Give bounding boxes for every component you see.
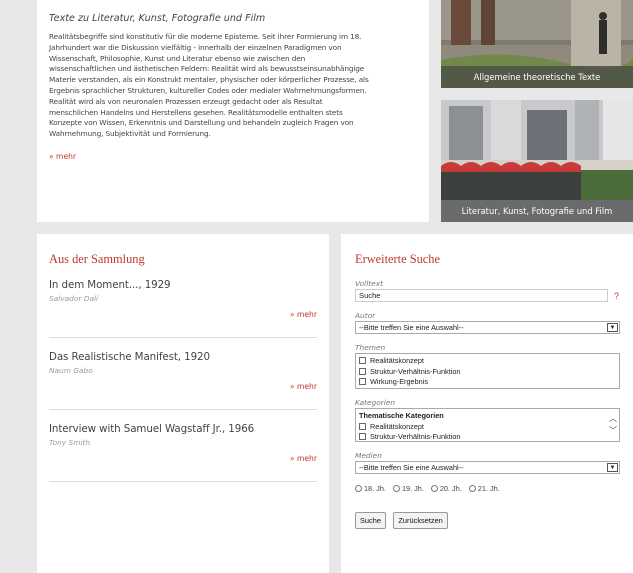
intro-text: Realitätsbegriffe sind konstitutiv für d… (49, 32, 417, 140)
kategorien-list[interactable]: Thematische Kategorien Realitätskonzept … (355, 408, 620, 442)
intro-mehr-link[interactable]: » mehr (49, 152, 76, 161)
collection-mehr-link[interactable]: » mehr (290, 454, 317, 463)
medien-selected: --Bitte treffen Sie eine Auswahl-- (359, 463, 464, 472)
intro-line: Realitätsbegriffe sind konstitutiv für d… (49, 32, 362, 41)
radio-label: 19. Jh. (401, 484, 424, 493)
radio-18-jh[interactable]: 18. Jh. (355, 484, 386, 493)
chevron-up-icon[interactable]: ︿ (609, 414, 617, 423)
themen-list[interactable]: Realitätskonzept Struktur-Verhältnis-Fun… (355, 353, 620, 389)
help-icon[interactable]: ? (614, 291, 619, 301)
autor-group: Autor --Bitte treffen Sie eine Auswahl--… (355, 311, 620, 334)
radio-label: 21. Jh. (477, 484, 500, 493)
thumb-theoretische-texte[interactable]: Allgemeine theoretische Texte (441, 0, 633, 88)
collection-item-author: Naum Gabo (49, 366, 93, 375)
collection-item-title[interactable]: In dem Moment..., 1929 (49, 279, 317, 291)
thumb-caption: Allgemeine theoretische Texte (441, 66, 633, 88)
thumb-caption: Literatur, Kunst, Fotografie und Film (441, 200, 633, 222)
checkbox[interactable] (359, 378, 366, 385)
kategorien-group-header: Thematische Kategorien (359, 411, 444, 420)
sammlung-title: Aus der Sammlung (49, 252, 145, 266)
intro-line: Realität wird als von neuronalen Prozess… (49, 96, 323, 106)
intro-line: wissenschaftlichen und ästhetischen Feld… (49, 64, 365, 74)
intro-line: menschlichen Handelns und Herstellens ge… (49, 107, 343, 117)
sammlung-panel: Aus der Sammlung In dem Moment..., 1929 … (37, 234, 329, 573)
medien-group: Medien --Bitte treffen Sie eine Auswahl-… (355, 451, 620, 474)
intro-line: Jahrhundert war die Diskussion vielfälti… (49, 42, 342, 52)
radio-21-jh[interactable]: 21. Jh. (468, 484, 500, 493)
kategorien-option[interactable]: Struktur-Verhältnis-Funktion (359, 432, 616, 441)
volltext-input[interactable]: Suche (355, 289, 608, 302)
radio-circle-icon[interactable] (392, 485, 400, 492)
themen-group: Themen Realitätskonzept Struktur-Verhält… (355, 343, 620, 389)
search-submit-button[interactable]: Suche (355, 512, 386, 529)
collection-item-author: Tony Smith (49, 438, 91, 447)
option-label: Realitätskonzept (370, 356, 424, 365)
collection-item-title[interactable]: Interview with Samuel Wagstaff Jr., 1966 (49, 423, 317, 435)
checkbox[interactable] (359, 422, 366, 430)
collection-item: Interview with Samuel Wagstaff Jr., 1966… (49, 423, 317, 482)
radio-circle-icon[interactable] (355, 485, 362, 492)
option-label: Wirkung-Ergebnis (370, 377, 428, 386)
radio-19-jh[interactable]: 19. Jh. (392, 484, 424, 493)
collection-item: In dem Moment..., 1929 Salvador Dalí » m… (49, 279, 317, 338)
radio-label: 18. Jh. (364, 484, 386, 493)
collection-item-title[interactable]: Das Realistische Manifest, 1920 (49, 351, 317, 363)
chevron-down-icon[interactable]: ﹀ (609, 426, 617, 435)
advanced-search-panel: Erweiterte Suche Volltext Suche ? Autor … (341, 234, 633, 573)
volltext-group: Volltext Suche ? (355, 279, 619, 302)
option-label: Struktur-Verhältnis-Funktion (370, 432, 461, 441)
reset-button[interactable]: Zurücksetzen (393, 512, 448, 529)
checkbox[interactable] (359, 357, 366, 364)
themen-option[interactable]: Wirkung-Ergebnis (359, 377, 616, 388)
search-buttons: Suche Zurücksetzen (355, 510, 619, 529)
checkbox[interactable] (359, 433, 366, 440)
checkbox[interactable] (359, 367, 366, 375)
kategorien-group: Kategorien Thematische Kategorien Realit… (355, 398, 620, 442)
collection-item-author: Salvador Dalí (49, 294, 99, 303)
kategorien-option[interactable]: Realitätskonzept (359, 422, 616, 433)
radio-20-jh[interactable]: 20. Jh. (430, 484, 462, 493)
intro-line: Materie verstanden, als ein Konstrukt me… (49, 75, 369, 85)
radio-label: 20. Jh. (439, 484, 462, 493)
century-radio-group: 18. Jh. 19. Jh. 20. Jh. 21. Jh. (355, 484, 619, 493)
option-label: Struktur-Verhältnis-Funktion (370, 366, 461, 376)
chevron-down-icon[interactable]: ▼ (607, 463, 618, 472)
medien-label: Medien (355, 451, 382, 460)
collection-mehr-link[interactable]: » mehr (290, 382, 317, 391)
themen-option[interactable]: Realitätskonzept (359, 356, 616, 367)
intro-line: Ergebnis sprachlicher Strukturen, kultur… (49, 85, 367, 95)
intro-line: Konzepte von Wissen, Erkenntnis und Dars… (49, 118, 354, 128)
intro-line: Wissenschaft, Philosophie, Kunst und Lit… (49, 53, 306, 63)
thumb-literatur-kunst[interactable]: Literatur, Kunst, Fotografie und Film (441, 100, 633, 222)
volltext-label: Volltext (355, 279, 383, 288)
autor-selected: --Bitte treffen Sie eine Auswahl-- (359, 323, 464, 332)
autor-label: Autor (355, 311, 376, 320)
radio-circle-icon[interactable] (430, 485, 438, 492)
intro-line: Wahrnehmung, Subjektivität und Formierun… (49, 129, 211, 139)
kategorien-label: Kategorien (355, 398, 396, 407)
search-title: Erweiterte Suche (355, 252, 440, 266)
intro-heading: Texte zu Literatur, Kunst, Fotografie un… (49, 13, 266, 24)
themen-option[interactable]: Struktur-Verhältnis-Funktion (359, 367, 616, 378)
intro-panel: Texte zu Literatur, Kunst, Fotografie un… (37, 0, 429, 222)
radio-circle-icon[interactable] (468, 485, 476, 492)
scrollbar[interactable]: ︿ ﹀ (609, 413, 617, 437)
chevron-down-icon[interactable]: ▼ (607, 323, 618, 332)
collection-item: Das Realistische Manifest, 1920 Naum Gab… (49, 351, 317, 410)
autor-select[interactable]: --Bitte treffen Sie eine Auswahl-- ▼ (355, 321, 620, 334)
themen-label: Themen (355, 343, 386, 352)
collection-mehr-link[interactable]: » mehr (290, 310, 317, 319)
option-label: Realitätskonzept (370, 421, 424, 431)
medien-select[interactable]: --Bitte treffen Sie eine Auswahl-- ▼ (355, 461, 620, 474)
